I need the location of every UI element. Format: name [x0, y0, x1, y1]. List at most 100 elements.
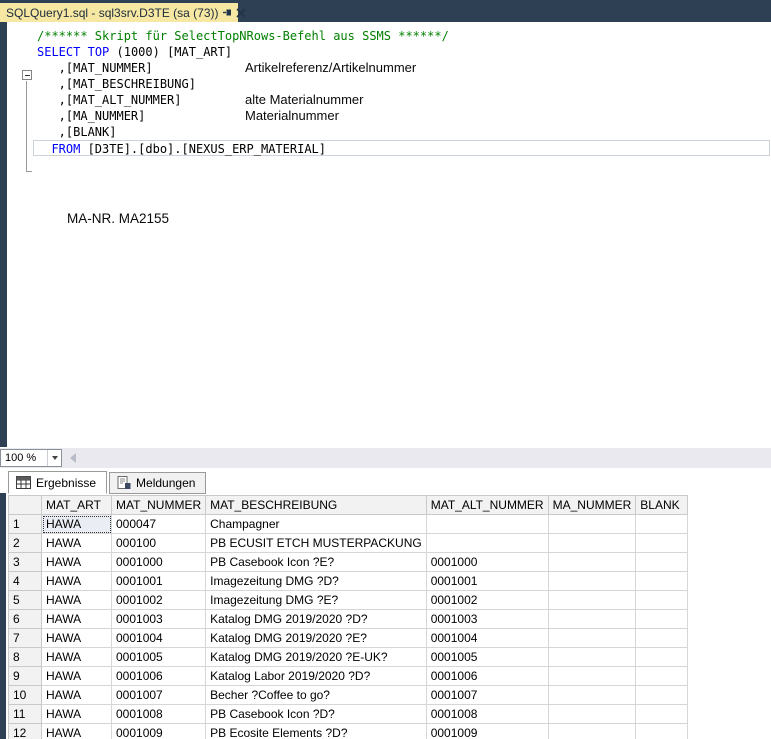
- column-header-mat_art[interactable]: MAT_ART: [42, 496, 112, 515]
- grid-cell[interactable]: [636, 629, 688, 648]
- grid-cell[interactable]: [548, 629, 636, 648]
- grid-cell[interactable]: [548, 667, 636, 686]
- grid-cell[interactable]: 0001009: [112, 724, 206, 739]
- grid-cell[interactable]: [548, 724, 636, 739]
- grid-cell[interactable]: HAWA: [42, 553, 112, 572]
- grid-cell[interactable]: 0001001: [112, 572, 206, 591]
- grid-cell[interactable]: [636, 724, 688, 739]
- close-icon[interactable]: [236, 6, 246, 20]
- code-line[interactable]: ,[MA_NUMMER]Materialnummer: [37, 108, 767, 124]
- grid-cell[interactable]: Katalog DMG 2019/2020 ?D?: [206, 610, 427, 629]
- grid-cell[interactable]: Katalog DMG 2019/2020 ?E?: [206, 629, 427, 648]
- grid-cell[interactable]: [636, 534, 688, 553]
- grid-cell[interactable]: [548, 705, 636, 724]
- grid-cell[interactable]: [636, 667, 688, 686]
- row-number[interactable]: 11: [9, 705, 42, 724]
- grid-cell[interactable]: 0001005: [426, 648, 548, 667]
- grid-cell[interactable]: 0001005: [112, 648, 206, 667]
- grid-cell[interactable]: [636, 648, 688, 667]
- grid-cell[interactable]: HAWA: [42, 629, 112, 648]
- grid-cell[interactable]: [548, 553, 636, 572]
- sql-editor[interactable]: /****** Skript für SelectTopNRows-Befehl…: [0, 22, 771, 447]
- row-number[interactable]: 3: [9, 553, 42, 572]
- grid-cell[interactable]: [548, 686, 636, 705]
- code-line[interactable]: FROM [D3TE].[dbo].[NEXUS_ERP_MATERIAL]: [33, 140, 770, 156]
- grid-cell[interactable]: 0001002: [426, 591, 548, 610]
- grid-cell[interactable]: 0001002: [112, 591, 206, 610]
- grid-cell[interactable]: [426, 515, 548, 534]
- grid-cell[interactable]: PB Casebook Icon ?D?: [206, 705, 427, 724]
- grid-cell[interactable]: [636, 705, 688, 724]
- grid-cell[interactable]: 0001008: [426, 705, 548, 724]
- code-line[interactable]: ,[MAT_NUMMER]Artikelreferenz/Artikelnumm…: [37, 60, 767, 76]
- tab-ergebnisse[interactable]: Ergebnisse: [8, 471, 107, 494]
- grid-cell[interactable]: Imagezeitung DMG ?E?: [206, 591, 427, 610]
- row-number[interactable]: 12: [9, 724, 42, 739]
- grid-cell[interactable]: HAWA: [42, 610, 112, 629]
- code-line[interactable]: /****** Skript für SelectTopNRows-Befehl…: [37, 28, 767, 44]
- grid-cell[interactable]: 0001003: [112, 610, 206, 629]
- grid-cell[interactable]: Becher ?Coffee to go?: [206, 686, 427, 705]
- grid-cell[interactable]: 0001007: [112, 686, 206, 705]
- grid-cell[interactable]: [548, 572, 636, 591]
- row-number[interactable]: 7: [9, 629, 42, 648]
- row-number[interactable]: 8: [9, 648, 42, 667]
- grid-cell[interactable]: Imagezeitung DMG ?D?: [206, 572, 427, 591]
- grid-cell[interactable]: 000100: [112, 534, 206, 553]
- grid-cell[interactable]: PB Ecosite Elements ?D?: [206, 724, 427, 739]
- column-header-mat_alt_nummer[interactable]: MAT_ALT_NUMMER: [426, 496, 548, 515]
- column-header-mat_beschreibung[interactable]: MAT_BESCHREIBUNG: [206, 496, 427, 515]
- row-number[interactable]: 10: [9, 686, 42, 705]
- grid-cell[interactable]: 0001007: [426, 686, 548, 705]
- collapse-minus-icon[interactable]: [22, 70, 32, 80]
- row-number[interactable]: 4: [9, 572, 42, 591]
- grid-cell[interactable]: HAWA: [42, 572, 112, 591]
- grid-cell[interactable]: [636, 591, 688, 610]
- chevron-down-icon[interactable]: [47, 450, 61, 466]
- grid-cell[interactable]: [636, 515, 688, 534]
- grid-cell[interactable]: [636, 610, 688, 629]
- grid-cell[interactable]: [548, 648, 636, 667]
- grid-cell[interactable]: HAWA: [42, 591, 112, 610]
- grid-cell[interactable]: 0001008: [112, 705, 206, 724]
- scroll-left-icon[interactable]: [66, 451, 80, 465]
- tab-meldungen[interactable]: Meldungen: [109, 472, 206, 494]
- grid-cell[interactable]: 0001001: [426, 572, 548, 591]
- column-header-mat_nummer[interactable]: MAT_NUMMER: [112, 496, 206, 515]
- grid-cell[interactable]: [548, 534, 636, 553]
- grid-cell[interactable]: [636, 553, 688, 572]
- grid-cell[interactable]: 0001000: [112, 553, 206, 572]
- grid-cell[interactable]: HAWA: [42, 515, 112, 534]
- grid-cell[interactable]: Champagner: [206, 515, 427, 534]
- grid-cell[interactable]: 0001003: [426, 610, 548, 629]
- grid-cell[interactable]: [548, 515, 636, 534]
- grid-cell[interactable]: 0001009: [426, 724, 548, 739]
- grid-cell[interactable]: HAWA: [42, 534, 112, 553]
- code-line[interactable]: ,[MAT_BESCHREIBUNG]: [37, 76, 767, 92]
- zoom-level-select[interactable]: 100 %: [0, 449, 62, 467]
- pin-icon[interactable]: [222, 6, 233, 20]
- grid-cell[interactable]: PB ECUSIT ETCH MUSTERPACKUNG: [206, 534, 427, 553]
- code-line[interactable]: ,[BLANK]: [37, 124, 767, 140]
- column-header-ma_nummer[interactable]: MA_NUMMER: [548, 496, 636, 515]
- grid-cell[interactable]: 0001006: [426, 667, 548, 686]
- grid-cell[interactable]: HAWA: [42, 705, 112, 724]
- row-number[interactable]: 1: [9, 515, 42, 534]
- grid-cell[interactable]: Katalog DMG 2019/2020 ?E-UK?: [206, 648, 427, 667]
- row-number[interactable]: 2: [9, 534, 42, 553]
- document-tab[interactable]: SQLQuery1.sql - sql3srv.D3TE (sa (73)): [0, 3, 238, 22]
- grid-cell[interactable]: PB Casebook Icon ?E?: [206, 553, 427, 572]
- grid-cell[interactable]: [548, 591, 636, 610]
- grid-cell[interactable]: 0001004: [426, 629, 548, 648]
- grid-cell[interactable]: HAWA: [42, 686, 112, 705]
- grid-cell[interactable]: [636, 572, 688, 591]
- grid-cell[interactable]: HAWA: [42, 724, 112, 739]
- grid-cell[interactable]: 0001006: [112, 667, 206, 686]
- grid-cell[interactable]: 000047: [112, 515, 206, 534]
- grid-cell[interactable]: 0001000: [426, 553, 548, 572]
- row-number[interactable]: 5: [9, 591, 42, 610]
- corner-header[interactable]: [9, 496, 42, 515]
- grid-cell[interactable]: [636, 686, 688, 705]
- row-number[interactable]: 9: [9, 667, 42, 686]
- grid-cell[interactable]: HAWA: [42, 667, 112, 686]
